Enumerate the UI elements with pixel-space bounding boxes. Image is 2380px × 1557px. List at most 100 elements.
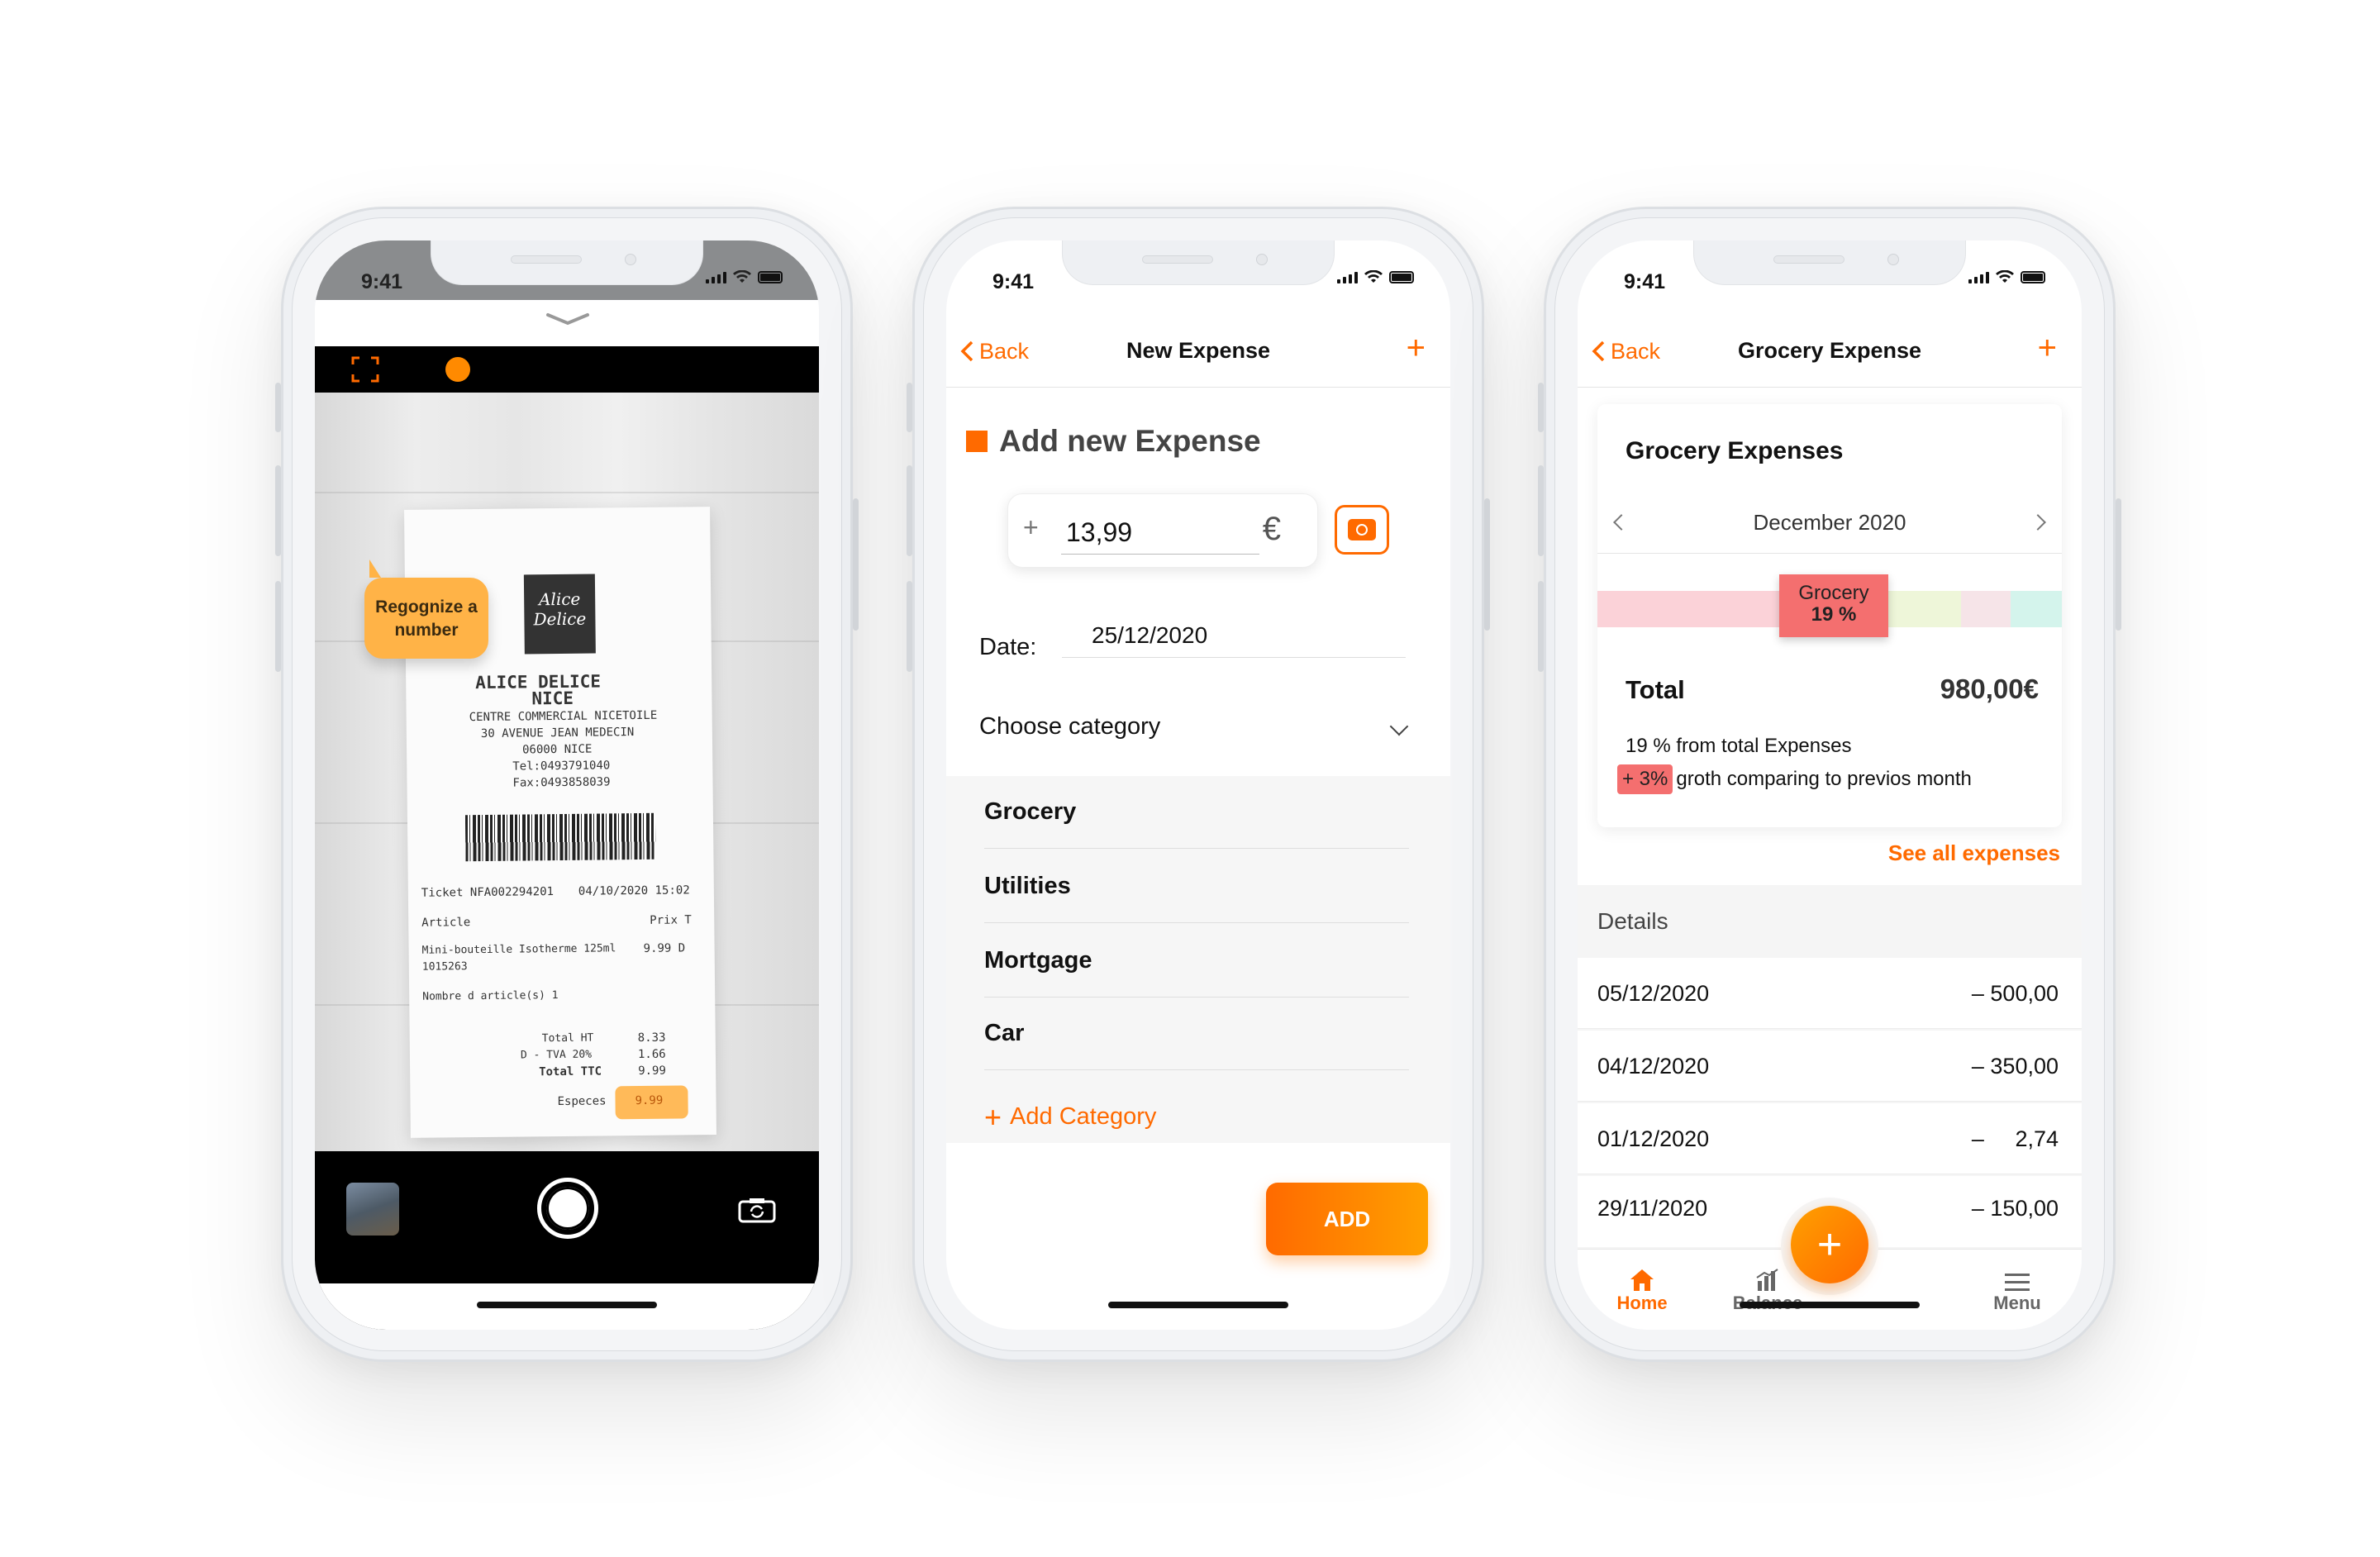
add-button[interactable]: ADD: [1266, 1183, 1428, 1255]
receipt-city: NICE: [531, 688, 574, 709]
status-icons: [706, 270, 783, 283]
signal-icon: [1337, 270, 1358, 283]
see-all-expenses-link[interactable]: See all expenses: [1888, 840, 2060, 866]
back-button[interactable]: Back: [1591, 315, 1660, 388]
table-row[interactable]: 05/12/2020 – 500,00: [1578, 958, 2082, 1029]
speaker: [511, 255, 582, 264]
strip-segment[interactable]: [2011, 591, 2062, 627]
recognize-number-bubble[interactable]: Regognize a number: [364, 559, 488, 659]
camera-toolbar: [315, 346, 819, 393]
screen: 9:41 Alice Delice ALICE DELICE NICE CENT…: [315, 240, 819, 1330]
barcode: [464, 812, 656, 862]
nav-bar: Back New Expense +: [946, 315, 1450, 388]
category-list: Grocery Utilities Mortgage Car: [946, 776, 1450, 1143]
side-button: [907, 383, 912, 432]
add-icon[interactable]: +: [2038, 330, 2057, 367]
front-camera: [625, 254, 636, 265]
add-expense-fab[interactable]: +: [1791, 1206, 1868, 1283]
wifi-icon: [1996, 270, 2014, 283]
chevron-down-icon[interactable]: [545, 312, 591, 326]
page-title: Grocery Expense: [1737, 338, 1922, 363]
plus-icon[interactable]: +: [1023, 512, 1039, 543]
back-button[interactable]: Back: [959, 315, 1029, 388]
total-label: Total: [1626, 675, 1685, 704]
bar-chart-icon: [1756, 1269, 1778, 1291]
table-row[interactable]: 04/12/2020 – 350,00: [1578, 1031, 2082, 1102]
growth-text: groth comparing to previos month: [1676, 768, 1972, 790]
shutter-button[interactable]: [537, 1178, 598, 1239]
add-category-label: Add Category: [1010, 1103, 1157, 1130]
receipt-address1: CENTRE COMMERCIAL NICETOILE: [469, 708, 658, 725]
home-indicator[interactable]: [477, 1302, 657, 1308]
category-item-car[interactable]: Car: [984, 998, 1409, 1070]
tab-label: Menu: [1993, 1293, 2041, 1313]
receipt-tel: Tel:0493791040: [512, 759, 611, 774]
row-amount: – 500,00: [1971, 981, 2059, 1006]
status-icons: [1337, 270, 1414, 283]
scan-receipt-button[interactable]: [1335, 505, 1389, 555]
pull-handle[interactable]: [315, 300, 819, 346]
home-indicator[interactable]: [1740, 1302, 1920, 1308]
wifi-icon: [1364, 270, 1383, 283]
back-label: Back: [1611, 338, 1661, 364]
switch-camera-icon[interactable]: [738, 1197, 776, 1223]
receipt-ticket: Ticket NFA002294201: [421, 885, 555, 900]
flash-dot-icon[interactable]: [445, 357, 470, 382]
phone-camera-scan: 9:41 Alice Delice ALICE DELICE NICE CENT…: [275, 207, 859, 1362]
tab-home[interactable]: Home: [1592, 1264, 1692, 1314]
receipt-total-ht: 8.33: [637, 1031, 666, 1045]
home-icon: [1630, 1269, 1654, 1291]
nav-bar: Back Grocery Expense +: [1578, 315, 2082, 388]
category-item-utilities[interactable]: Utilities: [984, 850, 1409, 923]
add-category-button[interactable]: + Add Category: [984, 1102, 1157, 1131]
tab-menu[interactable]: Menu: [1968, 1264, 2067, 1314]
strip-segment[interactable]: [1961, 591, 2011, 627]
amount-value[interactable]: 13,99: [1066, 517, 1132, 548]
screen: 9:41 Back Grocery Expense + Grocery Expe…: [1578, 240, 2082, 1330]
heading-text: Add new Expense: [999, 424, 1261, 458]
signal-icon: [1968, 270, 1989, 283]
receipt-tva: 1.66: [637, 1047, 666, 1062]
power-button: [2116, 498, 2121, 631]
battery-icon: [1389, 270, 1414, 283]
strip-segment[interactable]: [1597, 591, 1779, 627]
category-item-grocery[interactable]: Grocery: [984, 776, 1409, 849]
status-time: 9:41: [1624, 270, 1666, 293]
add-icon[interactable]: +: [1407, 330, 1426, 367]
receipt-especes: 9.99: [635, 1093, 664, 1108]
receipt-tva-label: D - TVA 20%: [520, 1048, 593, 1062]
page-title: New Expense: [1126, 338, 1271, 363]
month-selector: December 2020: [1753, 510, 1906, 535]
square-bullet-icon: [966, 431, 988, 452]
receipt-especes-label: Especes: [557, 1094, 607, 1109]
receipt-total-ht-label: Total HT: [541, 1031, 594, 1045]
total-value: 980,00€: [1940, 674, 2039, 704]
chevron-down-icon[interactable]: [1389, 717, 1409, 736]
chevron-left-icon: [1592, 340, 1605, 362]
summary-card: Grocery Expenses December 2020 Grocery 1…: [1597, 404, 2062, 827]
date-label: Date:: [979, 634, 1037, 660]
receipt-ttc: 9.99: [638, 1064, 666, 1078]
speaker: [1142, 255, 1213, 264]
date-field[interactable]: 25/12/2020: [1092, 622, 1207, 649]
receipt-col-article: Article: [421, 916, 471, 930]
battery-icon: [758, 270, 783, 283]
volume-down-button: [275, 581, 281, 672]
growth-row: + 3% groth comparing to previos month: [1617, 764, 1972, 794]
strip-segment[interactable]: [1888, 591, 1961, 627]
currency-symbol[interactable]: €: [1263, 511, 1281, 548]
growth-badge: + 3%: [1617, 764, 1673, 794]
side-button: [275, 383, 281, 432]
date-underline: [1062, 657, 1406, 658]
home-indicator[interactable]: [1108, 1302, 1288, 1308]
receipt-fax: Fax:0493858039: [512, 775, 611, 790]
signal-icon: [706, 270, 726, 283]
table-row[interactable]: 01/12/2020 – 2,74: [1578, 1103, 2082, 1174]
side-button: [1538, 383, 1544, 432]
gallery-thumbnail[interactable]: [346, 1183, 399, 1236]
category-item-mortgage[interactable]: Mortgage: [984, 925, 1409, 998]
amount-field[interactable]: + 13,99 €: [1007, 493, 1318, 568]
scan-frame-icon[interactable]: [351, 356, 379, 383]
receipt-item-price: 9.99 D: [643, 941, 686, 955]
category-select[interactable]: Choose category: [979, 713, 1160, 740]
